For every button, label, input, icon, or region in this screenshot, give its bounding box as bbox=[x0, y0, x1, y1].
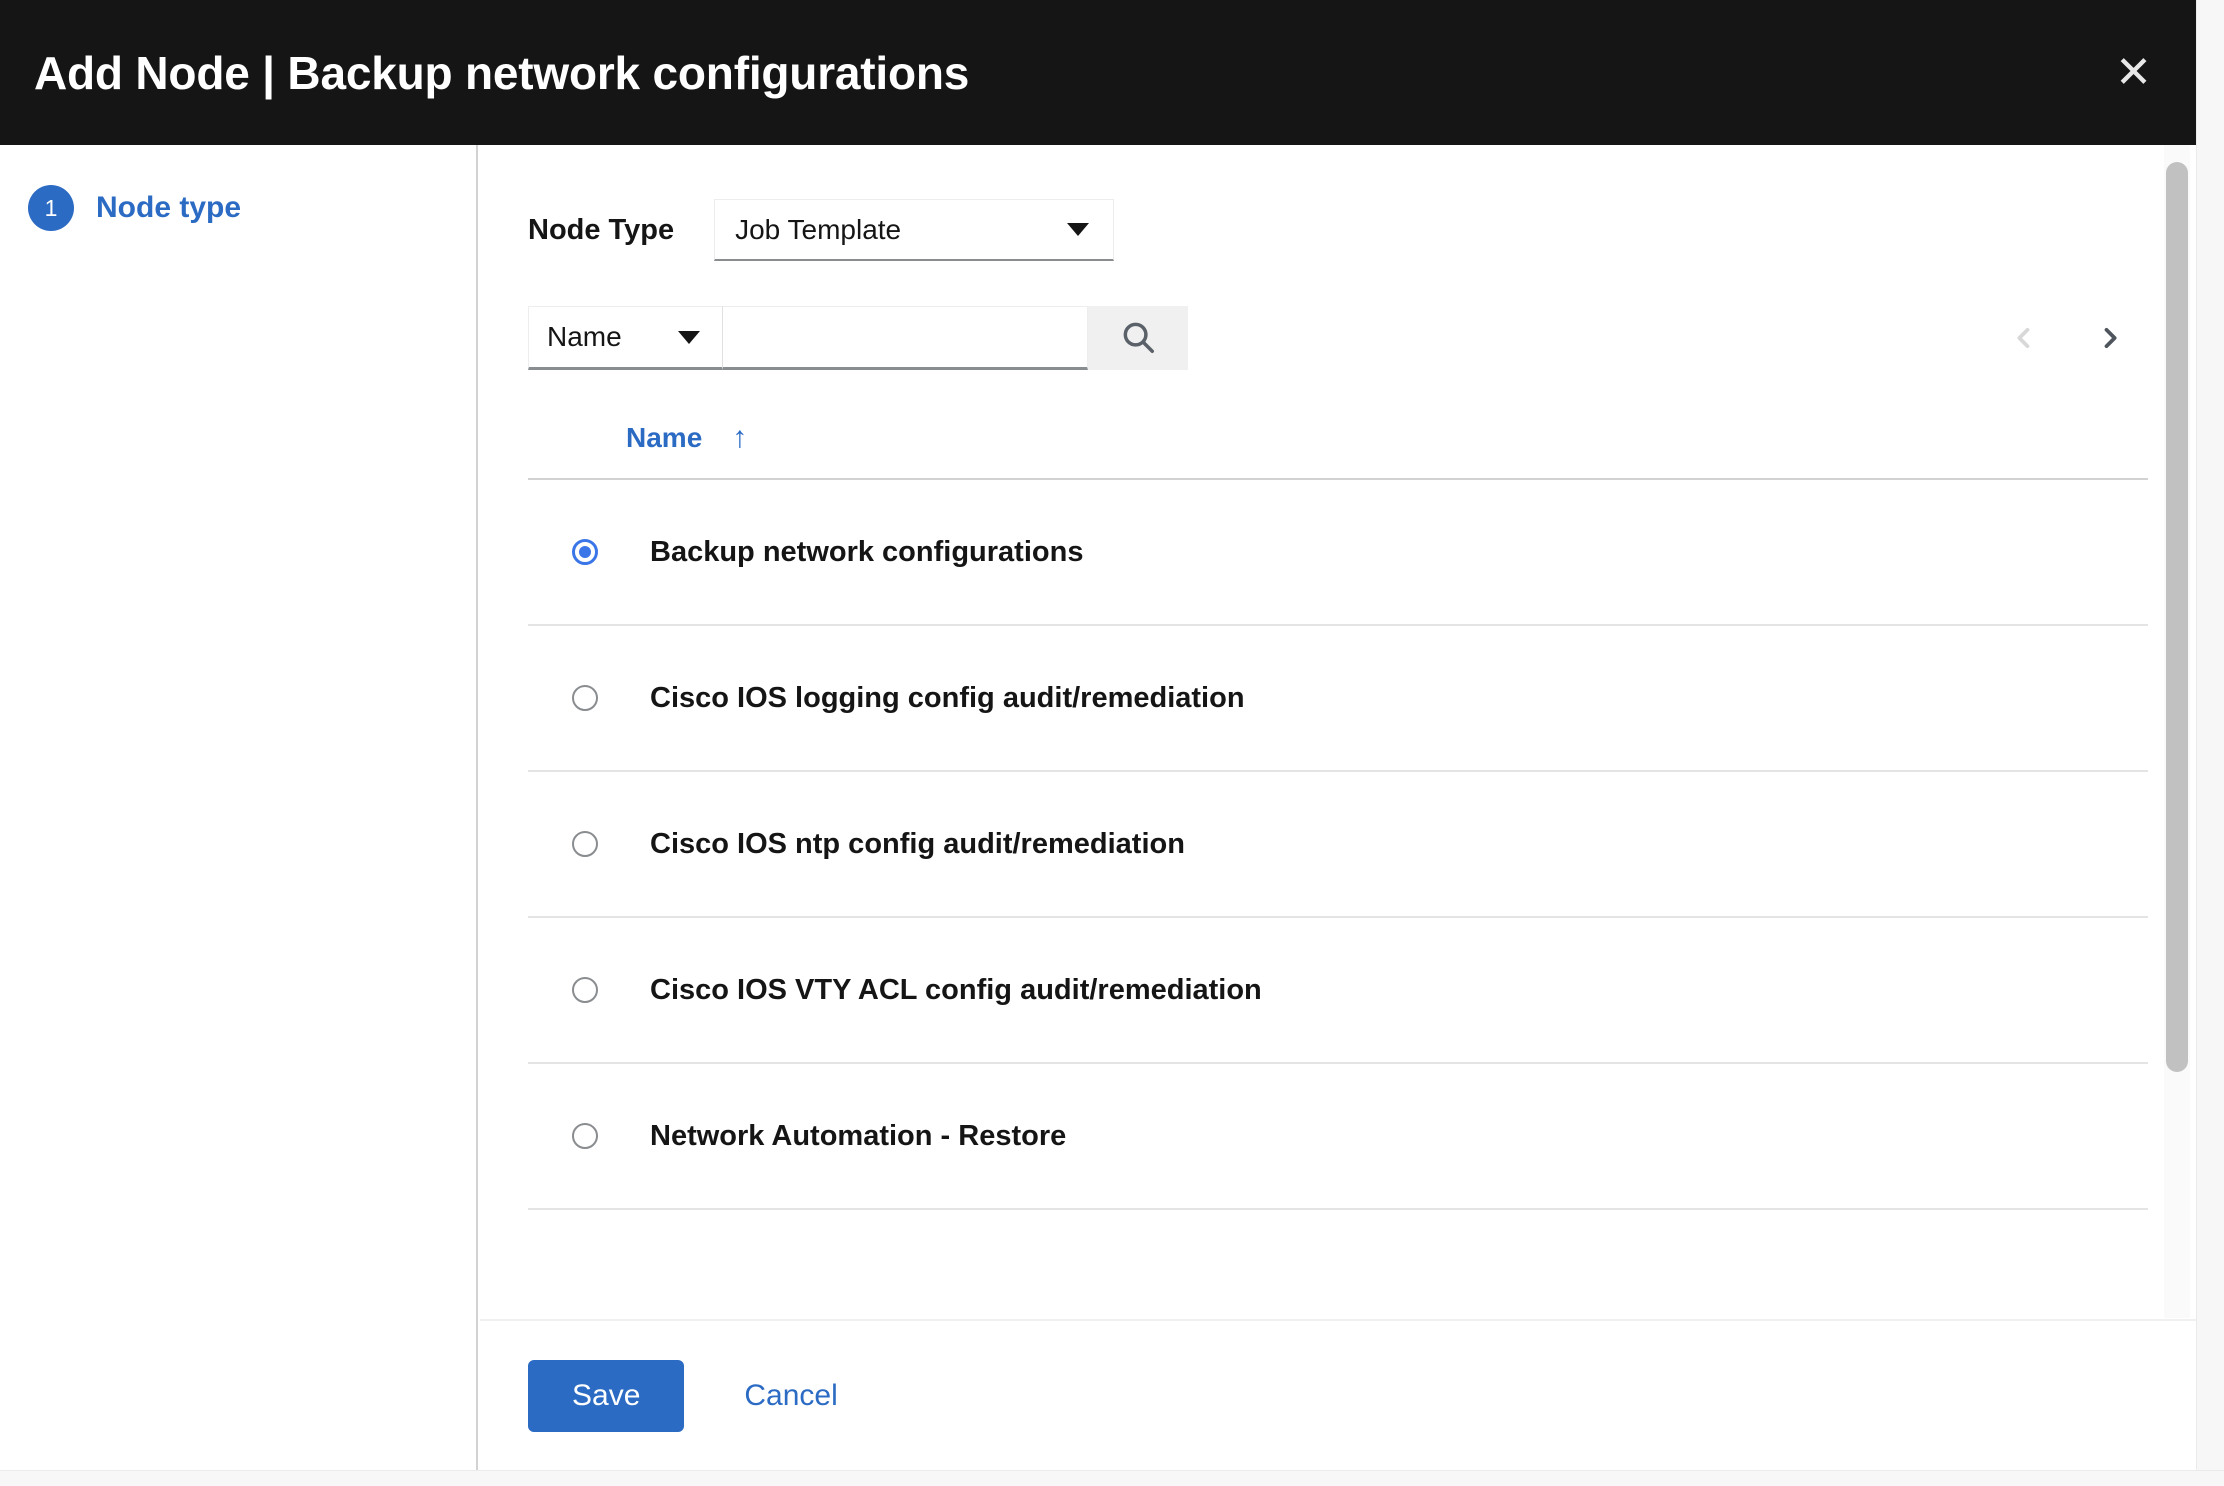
sidebar-item-label: Node type bbox=[96, 191, 242, 224]
content-pane: Node Type Job Template Name Name ↑ Backu… bbox=[480, 145, 2196, 1317]
row-radio[interactable] bbox=[572, 685, 598, 711]
table-row-label: Cisco IOS ntp config audit/remediation bbox=[650, 827, 1185, 860]
job-template-list: Backup network configurations Cisco IOS … bbox=[528, 480, 2148, 1210]
table-row-label: Backup network configurations bbox=[650, 535, 1084, 568]
node-type-row: Node Type Job Template bbox=[480, 145, 2196, 261]
page-title: Add Node | Backup network configurations bbox=[34, 46, 970, 99]
modal-header: Add Node | Backup network configurations… bbox=[0, 0, 2196, 145]
save-button[interactable]: Save bbox=[528, 1359, 685, 1432]
table-header: Name ↑ bbox=[528, 422, 2148, 480]
sidebar-item-node-type[interactable]: 1 Node type bbox=[0, 145, 476, 231]
search-input[interactable] bbox=[723, 306, 1088, 370]
table-row-label: Cisco IOS logging config audit/remediati… bbox=[650, 681, 1245, 714]
cancel-button[interactable]: Cancel bbox=[744, 1379, 837, 1413]
step-nav: 1 Node type bbox=[0, 145, 478, 1470]
search-filter-select[interactable]: Name bbox=[528, 306, 723, 370]
chevron-down-icon bbox=[1067, 223, 1090, 236]
column-header-name[interactable]: Name bbox=[626, 422, 702, 454]
node-type-label: Node Type bbox=[528, 213, 675, 246]
row-radio[interactable] bbox=[572, 539, 598, 565]
modal-footer: Save Cancel bbox=[480, 1319, 2196, 1470]
search-icon bbox=[1119, 318, 1157, 359]
modal-dialog: Add Node | Backup network configurations… bbox=[0, 0, 2224, 1486]
row-radio[interactable] bbox=[572, 1123, 598, 1149]
page-right-edge bbox=[2196, 0, 2224, 1486]
sort-ascending-icon[interactable]: ↑ bbox=[732, 423, 747, 453]
node-type-select[interactable]: Job Template bbox=[714, 199, 1115, 261]
step-number-badge: 1 bbox=[28, 185, 74, 231]
table-row-label: Network Automation - Restore bbox=[650, 1119, 1067, 1152]
row-radio[interactable] bbox=[572, 831, 598, 857]
pagination-controls bbox=[2000, 306, 2134, 370]
table-row[interactable]: Cisco IOS logging config audit/remediati… bbox=[528, 626, 2148, 772]
next-page-button[interactable] bbox=[2086, 314, 2134, 362]
modal-body: 1 Node type Node Type Job Template Name bbox=[0, 145, 2196, 1470]
row-radio[interactable] bbox=[572, 977, 598, 1003]
chevron-down-icon bbox=[678, 330, 700, 344]
search-button[interactable] bbox=[1088, 306, 1188, 370]
scrollbar-thumb[interactable] bbox=[2166, 162, 2188, 1072]
search-filter-value: Name bbox=[547, 321, 622, 352]
node-type-value: Job Template bbox=[735, 213, 902, 245]
page-bottom-edge bbox=[0, 1470, 2224, 1486]
close-icon[interactable]: ✕ bbox=[2109, 50, 2158, 95]
table-row[interactable]: Cisco IOS VTY ACL config audit/remediati… bbox=[528, 918, 2148, 1064]
table-row[interactable]: Backup network configurations bbox=[528, 480, 2148, 626]
table-row-label: Cisco IOS VTY ACL config audit/remediati… bbox=[650, 973, 1262, 1006]
table-row[interactable]: Cisco IOS ntp config audit/remediation bbox=[528, 772, 2148, 918]
table-row[interactable]: Network Automation - Restore bbox=[528, 1064, 2148, 1210]
previous-page-button[interactable] bbox=[2000, 314, 2048, 362]
search-toolbar: Name bbox=[480, 261, 2196, 370]
